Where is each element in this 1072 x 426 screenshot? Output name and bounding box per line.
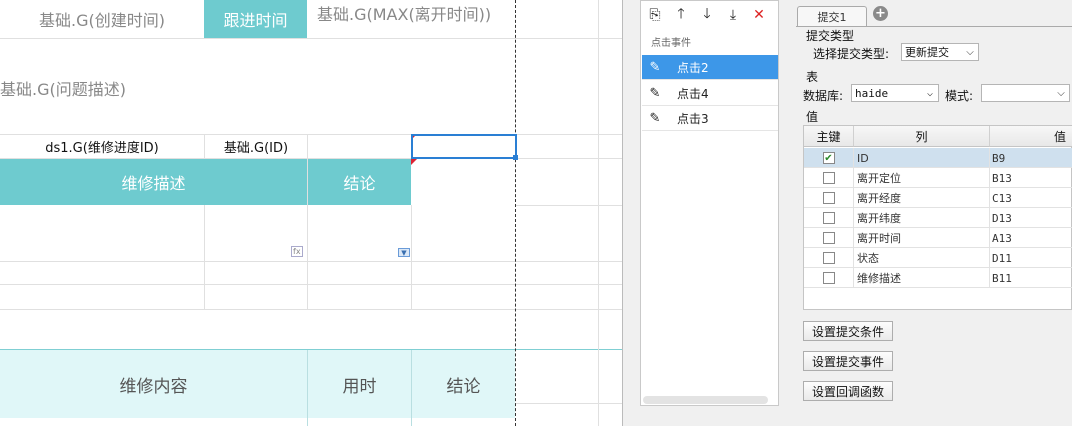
arrow-down-icon[interactable]: 🡓 — [696, 4, 718, 26]
submit-value-table[interactable]: 主键 列 值 ✔ ID B9 离开定位 B13 离开经度 C13 离开纬度 D13 离开时间 A13… — [803, 125, 1072, 310]
chevron-down-icon: ⌵ — [966, 46, 974, 58]
table-section: 表 — [806, 70, 819, 84]
primary-key-checkbox[interactable] — [822, 192, 835, 204]
table-row[interactable]: 离开纬度 D13 — [804, 208, 1072, 228]
cell-conclusion[interactable]: 结论 — [412, 350, 515, 418]
event-toolbar: ⎘ 🡑 🡓 ⤓ ✕ — [644, 4, 770, 28]
cell-event-marker — [411, 159, 417, 165]
dropdown-widget-icon: ▼ — [398, 248, 410, 257]
mode-select[interactable]: ⌵ — [981, 84, 1070, 102]
primary-key-cell[interactable] — [804, 188, 854, 208]
table-row[interactable]: 离开定位 B13 — [804, 168, 1072, 188]
value-section: 值 — [806, 110, 819, 124]
table-row[interactable]: 维修描述 B11 — [804, 268, 1072, 288]
column-name-cell[interactable]: 状态 — [854, 248, 990, 268]
database-select[interactable]: haide ⌵ — [851, 84, 939, 102]
value-cell[interactable]: B9 — [990, 148, 1072, 168]
cell-repair-content[interactable]: 维修内容 — [0, 350, 307, 418]
table-row[interactable]: 离开经度 C13 — [804, 188, 1072, 208]
event-item-click3[interactable]: ✎ 点击3 — [642, 106, 778, 131]
column-name-cell[interactable]: 维修描述 — [854, 268, 990, 288]
table-row[interactable]: 离开时间 A13 — [804, 228, 1072, 248]
edit-pen-icon: ✎ — [649, 110, 661, 126]
event-list-header: 点击事件 — [651, 38, 691, 49]
cell-create-time[interactable]: 基础.G(创建时间) — [0, 0, 204, 38]
table-row[interactable]: 状态 D11 — [804, 248, 1072, 268]
cell-conclusion-header[interactable]: 结论 — [308, 159, 411, 205]
cell-problem-desc[interactable]: 基础.G(问题描述) — [0, 70, 300, 106]
col-column[interactable]: 列 — [854, 126, 990, 147]
column-name-cell[interactable]: ID — [854, 148, 990, 168]
primary-key-cell[interactable] — [804, 228, 854, 248]
cell-base-id[interactable]: 基础.G(ID) — [205, 135, 307, 158]
col-value[interactable]: 值 — [990, 126, 1072, 147]
set-submit-event-button[interactable]: 设置提交事件 — [803, 351, 894, 371]
primary-key-cell[interactable] — [804, 248, 854, 268]
chevron-down-icon: ⌵ — [926, 87, 934, 99]
column-name-cell[interactable]: 离开纬度 — [854, 208, 990, 228]
primary-key-cell[interactable] — [804, 208, 854, 228]
primary-key-cell[interactable] — [804, 268, 854, 288]
value-cell[interactable]: B11 — [990, 268, 1072, 288]
database-label: 数据库: — [803, 89, 844, 103]
submit-type-select[interactable]: 更新提交 ⌵ — [901, 43, 979, 61]
primary-key-checkbox[interactable]: ✔ — [822, 152, 835, 164]
page-break-line — [515, 0, 516, 426]
submit-type-section: 提交类型 — [806, 29, 855, 43]
value-cell[interactable]: C13 — [990, 188, 1072, 208]
event-item-click4[interactable]: ✎ 点击4 — [642, 81, 778, 106]
copy-icon[interactable]: ⎘ — [644, 4, 666, 26]
cell-ds1-repair-progress-id[interactable]: ds1.G(维修进度ID) — [0, 135, 204, 158]
event-list-scrollbar[interactable] — [643, 396, 768, 404]
value-cell[interactable]: B13 — [990, 168, 1072, 188]
primary-key-checkbox[interactable] — [822, 172, 835, 184]
tab-submit1[interactable]: 提交1 — [797, 6, 867, 27]
move-bottom-icon[interactable]: ⤓ — [722, 4, 744, 26]
mode-label: 模式: — [945, 89, 974, 103]
col-primary-key[interactable]: 主键 — [804, 126, 854, 147]
value-cell[interactable]: D13 — [990, 208, 1072, 228]
set-callback-button[interactable]: 设置回调函数 — [803, 381, 894, 401]
chevron-down-icon: ⌵ — [1057, 87, 1065, 99]
value-cell[interactable]: A13 — [990, 228, 1072, 248]
cell-repair-desc-header[interactable]: 维修描述 — [0, 159, 307, 205]
formula-icon: fx — [291, 246, 303, 257]
submit-type-label: 选择提交类型: — [813, 47, 890, 61]
primary-key-cell[interactable]: ✔ — [804, 148, 854, 168]
column-name-cell[interactable]: 离开经度 — [854, 188, 990, 208]
primary-key-checkbox[interactable] — [822, 252, 835, 264]
report-design-sheet[interactable]: 基础.G(创建时间) 跟进时间 基础.G(MAX(离开时间)) 基础.G(问题描… — [0, 0, 622, 426]
add-tab-icon[interactable]: + — [873, 6, 888, 21]
edit-pen-icon: ✎ — [649, 59, 661, 75]
set-submit-condition-button[interactable]: 设置提交条件 — [803, 321, 894, 341]
delete-icon[interactable]: ✕ — [748, 4, 770, 26]
cell-follow-time[interactable]: 跟进时间 — [204, 0, 307, 38]
cell-max-leave-time[interactable]: 基础.G(MAX(离开时间)) — [307, 0, 515, 26]
primary-key-checkbox[interactable] — [822, 232, 835, 244]
arrow-up-icon[interactable]: 🡑 — [670, 4, 692, 26]
table-row[interactable]: ✔ ID B9 — [804, 148, 1072, 168]
cell-duration[interactable]: 用时 — [308, 350, 411, 418]
selected-cell[interactable] — [411, 134, 518, 160]
primary-key-checkbox[interactable] — [822, 272, 835, 284]
column-name-cell[interactable]: 离开定位 — [854, 168, 990, 188]
primary-key-cell[interactable] — [804, 168, 854, 188]
value-cell[interactable]: D11 — [990, 248, 1072, 268]
primary-key-checkbox[interactable] — [822, 212, 835, 224]
event-item-click2[interactable]: ✎ 点击2 — [642, 55, 778, 80]
edit-pen-icon: ✎ — [649, 85, 661, 101]
column-name-cell[interactable]: 离开时间 — [854, 228, 990, 248]
